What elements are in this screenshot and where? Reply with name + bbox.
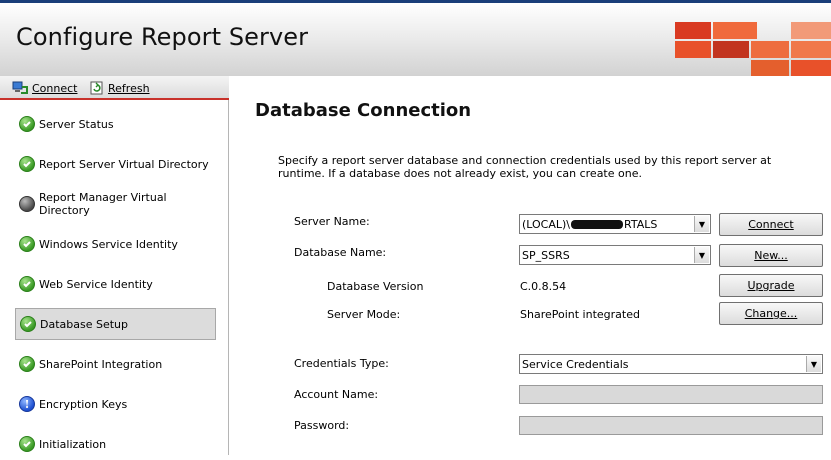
upgrade-button[interactable]: Upgrade bbox=[719, 274, 823, 297]
redaction-mark bbox=[571, 219, 624, 229]
refresh-icon bbox=[90, 81, 103, 95]
refresh-label: Refresh bbox=[108, 81, 150, 95]
info-icon: ! bbox=[19, 396, 35, 412]
check-icon bbox=[20, 316, 36, 332]
page-title: Database Connection bbox=[255, 100, 472, 121]
sidebar-item-label: Report Manager Virtual Directory bbox=[39, 191, 167, 217]
new-database-label: New... bbox=[754, 249, 788, 262]
sidebar: Connect Refresh Server Status Report Ser… bbox=[0, 76, 229, 455]
database-name-combo[interactable]: SP_SSRS ▼ bbox=[519, 245, 711, 265]
database-version-value: C.0.8.54 bbox=[520, 280, 567, 293]
database-name-label: Database Name: bbox=[294, 246, 387, 259]
server-name-label: Server Name: bbox=[294, 215, 370, 228]
sidebar-toolbar: Connect Refresh bbox=[0, 76, 229, 100]
main-panel: Database Connection Specify a report ser… bbox=[230, 76, 831, 455]
change-label: Change... bbox=[744, 307, 798, 320]
database-name-value: SP_SSRS bbox=[522, 248, 570, 262]
sidebar-item-encryption-keys[interactable]: ! Encryption Keys bbox=[15, 388, 216, 420]
check-icon bbox=[19, 236, 35, 252]
sidebar-item-report-manager-virtual-directory[interactable]: Report Manager Virtual Directory bbox=[15, 188, 216, 220]
app-header: Configure Report Server bbox=[0, 0, 831, 78]
product-logo bbox=[675, 22, 831, 78]
connect-db-label: Connect bbox=[748, 218, 794, 231]
check-icon bbox=[19, 276, 35, 292]
check-icon bbox=[19, 116, 35, 132]
sidebar-item-label: Server Status bbox=[39, 117, 114, 131]
connect-db-button[interactable]: Connect bbox=[719, 213, 823, 236]
check-icon bbox=[19, 156, 35, 172]
connect-button[interactable]: Connect bbox=[12, 80, 77, 96]
sidebar-item-label: Database Setup bbox=[40, 317, 128, 331]
sidebar-item-label: Encryption Keys bbox=[39, 397, 128, 411]
server-mode-label: Server Mode: bbox=[327, 308, 401, 321]
sidebar-item-label: Web Service Identity bbox=[39, 277, 153, 291]
check-icon bbox=[19, 436, 35, 452]
app-title: Configure Report Server bbox=[16, 23, 309, 51]
account-name-field[interactable] bbox=[519, 385, 823, 404]
connect-icon bbox=[12, 81, 28, 94]
sidebar-item-web-service-identity[interactable]: Web Service Identity bbox=[15, 268, 216, 300]
check-icon bbox=[19, 356, 35, 372]
credentials-type-label: Credentials Type: bbox=[294, 357, 389, 370]
server-name-prefix: (LOCAL)\ bbox=[522, 217, 571, 231]
chevron-down-icon[interactable]: ▼ bbox=[806, 356, 821, 372]
sidebar-item-label: SharePoint Integration bbox=[39, 357, 163, 371]
sidebar-item-label: Initialization bbox=[39, 437, 107, 451]
database-version-label: Database Version bbox=[327, 280, 424, 293]
chevron-down-icon[interactable]: ▼ bbox=[694, 216, 709, 232]
unavailable-icon bbox=[19, 196, 35, 212]
upgrade-label: Upgrade bbox=[747, 279, 795, 292]
credentials-type-combo[interactable]: Service Credentials ▼ bbox=[519, 354, 823, 374]
server-name-suffix: RTALS bbox=[624, 217, 658, 231]
sidebar-item-label: Windows Service Identity bbox=[39, 237, 178, 251]
chevron-down-icon[interactable]: ▼ bbox=[694, 247, 709, 263]
sidebar-item-report-server-virtual-directory[interactable]: Report Server Virtual Directory bbox=[15, 148, 216, 180]
account-name-label: Account Name: bbox=[294, 388, 379, 401]
sidebar-item-initialization[interactable]: Initialization bbox=[15, 428, 216, 460]
refresh-button[interactable]: Refresh bbox=[90, 80, 150, 96]
sidebar-item-windows-service-identity[interactable]: Windows Service Identity bbox=[15, 228, 216, 260]
server-mode-value: SharePoint integrated bbox=[520, 308, 640, 321]
sidebar-item-database-setup[interactable]: Database Setup bbox=[15, 308, 216, 340]
new-database-button[interactable]: New... bbox=[719, 244, 823, 267]
server-name-combo[interactable]: (LOCAL)\ RTALS ▼ bbox=[519, 214, 711, 234]
credentials-type-value: Service Credentials bbox=[522, 357, 629, 371]
connect-label: Connect bbox=[32, 81, 78, 95]
change-button[interactable]: Change... bbox=[719, 302, 823, 325]
sidebar-item-server-status[interactable]: Server Status bbox=[15, 108, 216, 140]
sidebar-item-sharepoint-integration[interactable]: SharePoint Integration bbox=[15, 348, 216, 380]
page-description: Specify a report server database and con… bbox=[278, 154, 772, 180]
password-label: Password: bbox=[294, 419, 350, 432]
sidebar-item-label: Report Server Virtual Directory bbox=[39, 157, 209, 171]
password-field[interactable] bbox=[519, 416, 823, 435]
